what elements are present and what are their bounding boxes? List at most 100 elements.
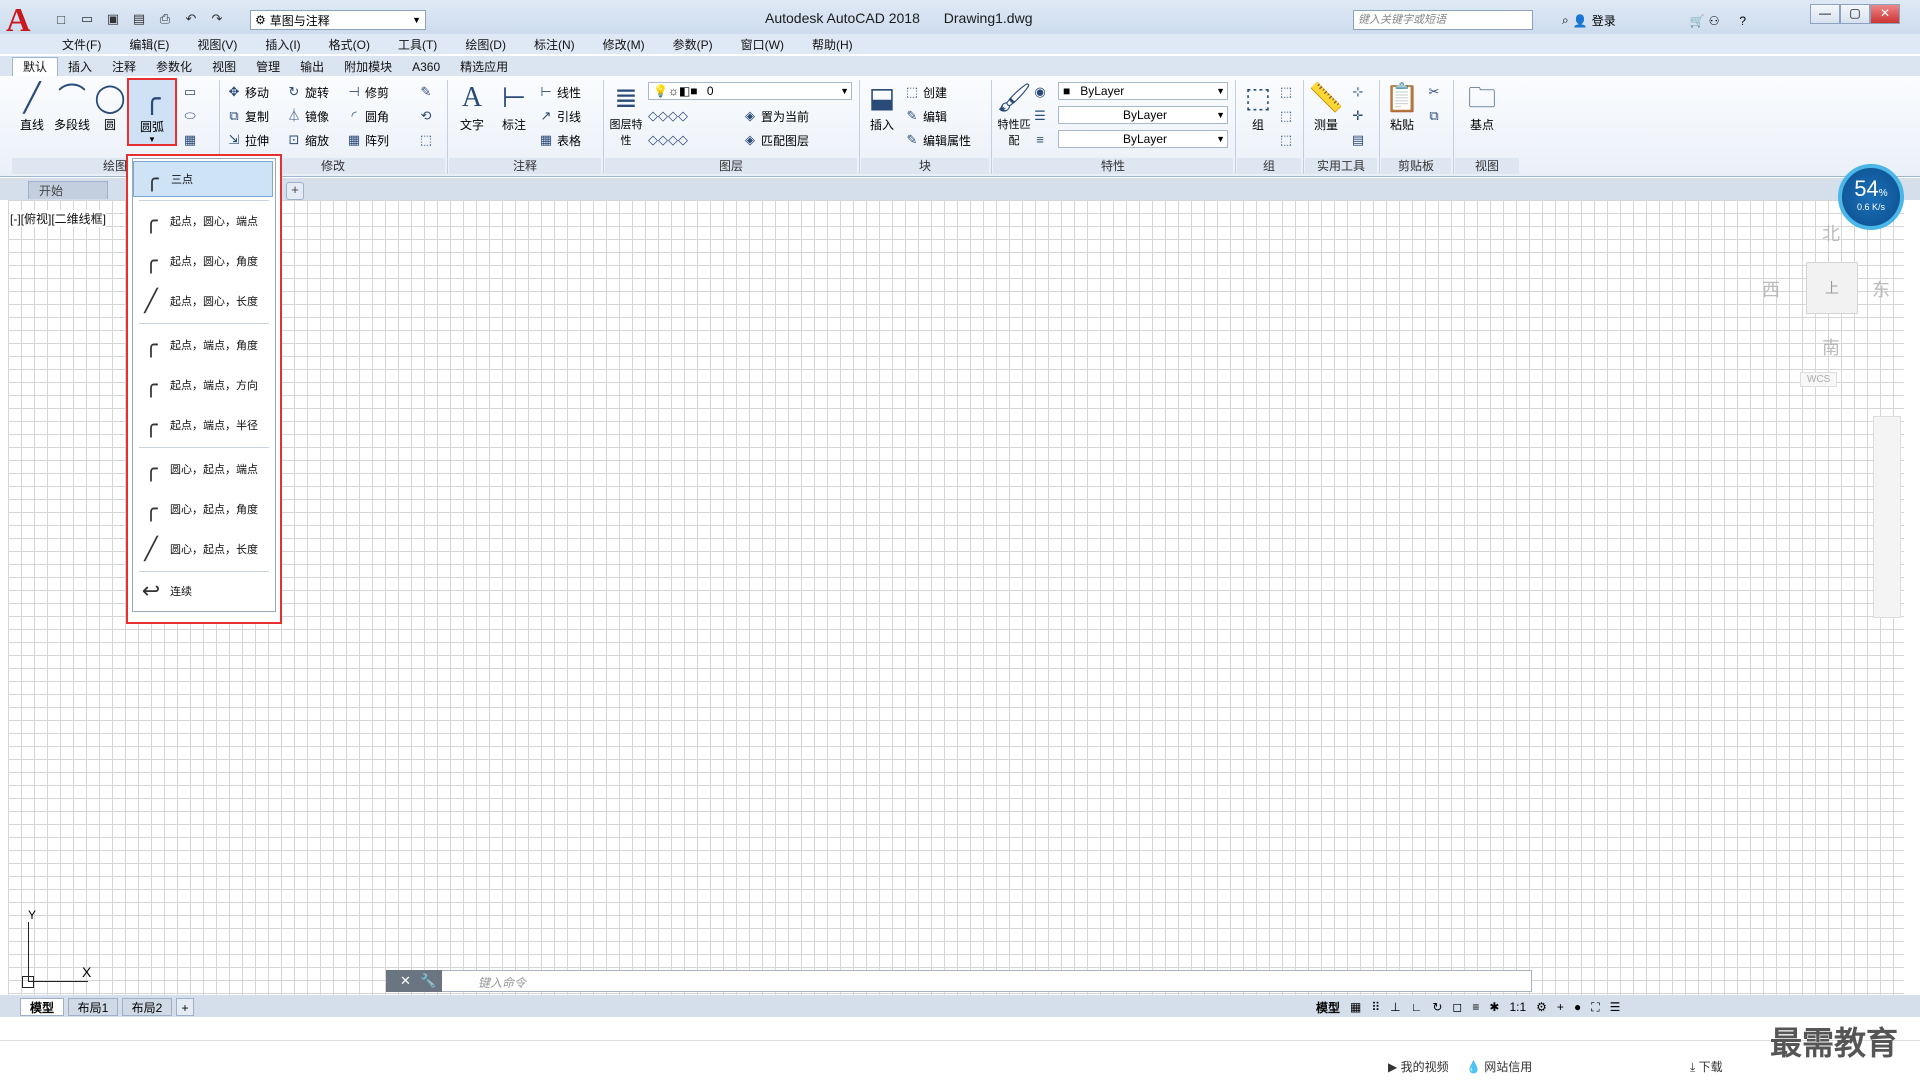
navigation-bar[interactable] xyxy=(1873,416,1901,618)
menu-window[interactable]: 窗口(W) xyxy=(741,36,784,53)
new-tab-button[interactable]: + xyxy=(286,182,304,200)
arc-option-start-center-angle[interactable]: ╭ 起点，圆心，角度 xyxy=(133,243,273,279)
quick-select-button[interactable]: ⊹ xyxy=(1350,82,1366,102)
panel-clipboard-label[interactable]: 剪贴板 xyxy=(1381,158,1451,174)
tab-insert[interactable]: 插入 xyxy=(58,58,102,76)
drawing-canvas[interactable] xyxy=(8,200,1904,995)
mirror-button[interactable]: ⏃ 镜像 xyxy=(286,106,329,126)
color-combo[interactable]: ■ ByLayer ▼ xyxy=(1058,82,1228,100)
lineweight-combo[interactable]: ByLayer ▼ xyxy=(1058,130,1228,148)
arc-option-start-end-angle[interactable]: ╭ 起点，端点，角度 xyxy=(133,327,273,363)
minimize-button[interactable]: — xyxy=(1810,4,1840,24)
command-input[interactable]: 键入命令 xyxy=(478,974,526,991)
save-icon[interactable]: ▣ xyxy=(102,8,124,30)
annotation-scale[interactable]: 1:1 xyxy=(1509,1000,1526,1014)
arc-option-start-center-end[interactable]: ╭ 起点，圆心，端点 xyxy=(133,203,273,239)
wrench-icon[interactable]: 🔧 xyxy=(420,973,436,989)
match-properties-button[interactable]: 🖌 特性匹配 xyxy=(994,80,1034,148)
tab-layout1[interactable]: 布局1 xyxy=(68,998,118,1016)
tab-manage[interactable]: 管理 xyxy=(246,58,290,76)
polar-icon[interactable]: ↻ xyxy=(1432,1000,1442,1014)
help-icon[interactable]: ? xyxy=(1739,14,1746,28)
linetype-combo[interactable]: ByLayer ▼ xyxy=(1058,106,1228,124)
insert-block-button[interactable]: ⬓ 插入 xyxy=(862,80,902,133)
exchange-icon[interactable]: ⚇ xyxy=(1709,14,1720,28)
plus-icon[interactable]: + xyxy=(1557,1000,1564,1014)
close-icon[interactable]: ✕ xyxy=(400,973,411,989)
group-select-button[interactable]: ⬚ xyxy=(1278,130,1294,150)
gear-icon[interactable]: ⚙ xyxy=(1536,1000,1547,1014)
tab-model[interactable]: 模型 xyxy=(20,998,64,1016)
viewcube-east[interactable]: 东 xyxy=(1872,276,1890,302)
cut-button[interactable]: ✂ xyxy=(1426,82,1442,102)
tab-layout2[interactable]: 布局2 xyxy=(122,998,172,1016)
arc-option-center-start-length[interactable]: ╱ 圆心，起点，长度 xyxy=(133,531,273,567)
menu-file[interactable]: 文件(F) xyxy=(62,36,101,53)
viewcube-west[interactable]: 西 xyxy=(1762,276,1780,302)
arc-option-continue[interactable]: ↩ 连续 xyxy=(133,573,273,609)
viewcube-south[interactable]: 南 xyxy=(1822,334,1840,360)
group-button[interactable]: ⬚ 组 xyxy=(1238,80,1278,133)
array-button[interactable]: ▦ 阵列 xyxy=(346,130,389,150)
menu-view[interactable]: 视图(V) xyxy=(197,36,237,53)
scale-button[interactable]: ⊡ 缩放 xyxy=(286,130,329,150)
layer-properties-button[interactable]: ≣ 图层特性 xyxy=(606,80,646,148)
arc-option-center-start-end[interactable]: ╭ 圆心，起点，端点 xyxy=(133,451,273,487)
panel-layers-label[interactable]: 图层 xyxy=(605,158,857,174)
snap-icon[interactable]: ⠿ xyxy=(1371,1000,1380,1014)
match-layer-button[interactable]: ◈ 匹配图层 xyxy=(742,130,809,150)
status-model[interactable]: 模型 xyxy=(1316,999,1340,1016)
customize-icon[interactable]: ☰ xyxy=(1610,1000,1621,1014)
tab-featured-apps[interactable]: 精选应用 xyxy=(450,58,518,76)
layer-combo[interactable]: 💡☼◧■ 0 ▼ xyxy=(648,82,852,100)
tab-a360[interactable]: A360 xyxy=(402,58,450,76)
move-button[interactable]: ✥ 移动 xyxy=(226,82,269,102)
isolate-icon[interactable]: ● xyxy=(1574,1000,1581,1014)
leader-button[interactable]: ↗ 引线 xyxy=(538,106,581,126)
wcs-menu[interactable]: WCS xyxy=(1800,372,1838,387)
osnap-icon[interactable]: ◻ xyxy=(1452,1000,1462,1014)
panel-groups-label[interactable]: 组 xyxy=(1237,158,1301,174)
ungroup-button[interactable]: ⬚ xyxy=(1278,82,1294,102)
circle-button[interactable]: ◯ 圆 xyxy=(92,80,128,133)
arc-option-center-start-angle[interactable]: ╭ 圆心，起点，角度 xyxy=(133,491,273,527)
calculator-button[interactable]: ▤ xyxy=(1350,130,1366,150)
fillet-button[interactable]: ◜ 圆角 xyxy=(346,106,389,126)
erase-button[interactable]: ✎ xyxy=(418,82,434,102)
save-as-icon[interactable]: ▤ xyxy=(128,8,150,30)
arc-option-start-end-direction[interactable]: ╭ 起点，端点，方向 xyxy=(133,367,273,403)
menu-insert[interactable]: 插入(I) xyxy=(265,36,300,53)
viewport-controls[interactable]: [-][俯视][二维线框] xyxy=(10,210,107,227)
tray-download[interactable]: ⤓ 下载 xyxy=(1690,1058,1723,1075)
viewcube-top-face[interactable]: 上 xyxy=(1806,262,1858,314)
base-view-button[interactable]: 🗀 基点 xyxy=(1462,80,1502,133)
add-layout-button[interactable]: + xyxy=(176,998,194,1016)
color-wheel-button[interactable]: ◉ xyxy=(1032,82,1048,102)
menu-modify[interactable]: 修改(M) xyxy=(603,36,645,53)
hatch-button[interactable]: ⬭ xyxy=(182,106,198,126)
panel-block-label[interactable]: 块 xyxy=(861,158,989,174)
linear-button[interactable]: ⊢ 线性 xyxy=(538,82,581,102)
signin-button[interactable]: ⌕ 👤 登录 🛒 ⚇ ? xyxy=(1562,12,1746,29)
menu-parametric[interactable]: 参数(P) xyxy=(673,36,713,53)
table-button[interactable]: ▦ 表格 xyxy=(538,130,581,150)
set-current-button[interactable]: ◈ 置为当前 xyxy=(742,106,809,126)
paste-button[interactable]: 📋 粘贴 xyxy=(1382,80,1422,133)
redo-icon[interactable]: ↷ xyxy=(206,8,228,30)
panel-annotation-label[interactable]: 注释 xyxy=(449,158,601,174)
tray-video[interactable]: ▶ 我的视频 xyxy=(1388,1058,1449,1075)
tab-view[interactable]: 视图 xyxy=(202,58,246,76)
panel-view-label[interactable]: 视图 xyxy=(1455,158,1519,174)
app-logo-button[interactable]: A xyxy=(6,4,46,38)
layer-tools-row2[interactable]: ◇◇◇◇ xyxy=(648,130,688,150)
maximize-button[interactable]: ▢ xyxy=(1840,4,1870,24)
lineweight-status-icon[interactable]: ≡ xyxy=(1472,1000,1479,1014)
grid-icon[interactable]: ▦ xyxy=(1350,1000,1361,1014)
create-block-button[interactable]: ⬚ 创建 xyxy=(904,82,947,102)
tab-parametric[interactable]: 参数化 xyxy=(146,58,202,76)
arc-option-start-end-radius[interactable]: ╭ 起点，端点，半径 xyxy=(133,407,273,443)
group-edit-button[interactable]: ⬚ xyxy=(1278,106,1294,126)
trim-button[interactable]: ⊣ 修剪 xyxy=(346,82,389,102)
layer-tools-row1[interactable]: ◇◇◇◇ xyxy=(648,106,688,126)
menu-draw[interactable]: 绘图(D) xyxy=(465,36,506,53)
